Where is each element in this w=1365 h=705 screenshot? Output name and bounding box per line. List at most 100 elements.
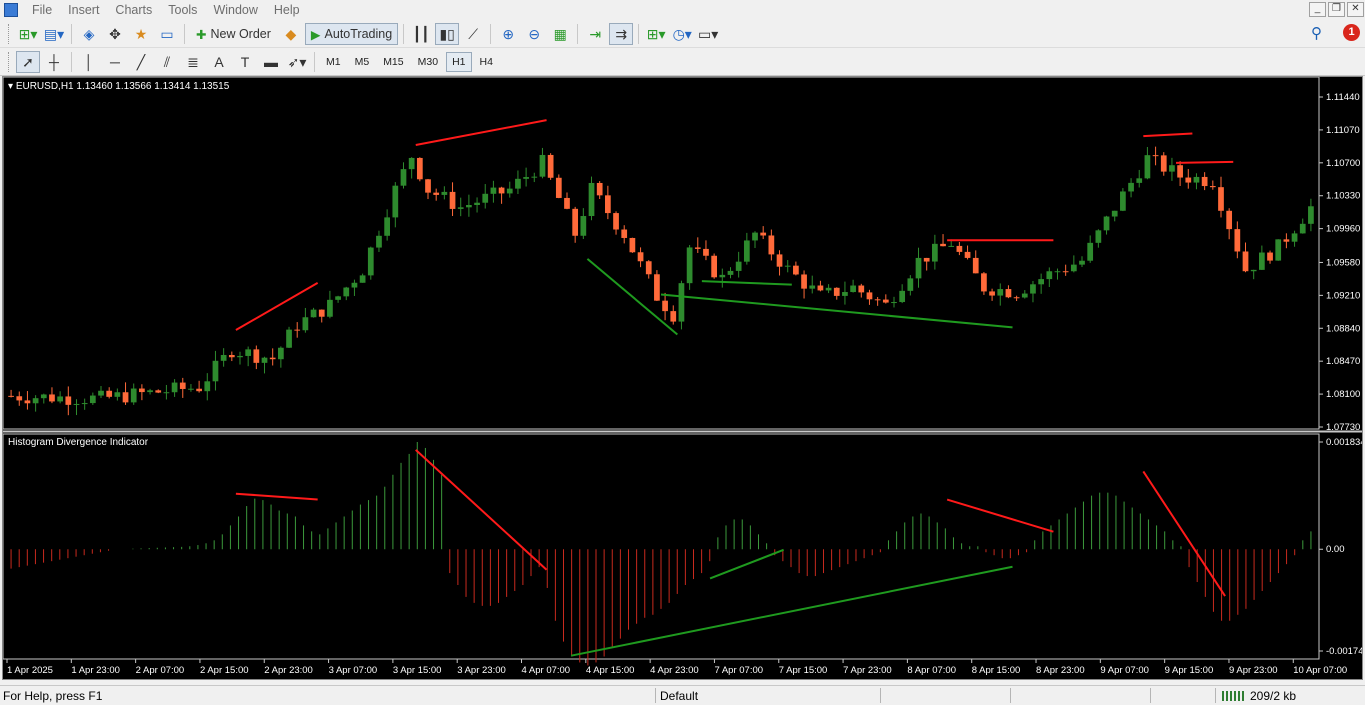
- candle-body: [384, 217, 390, 236]
- candle-body: [580, 216, 587, 236]
- candle-body: [1005, 289, 1012, 298]
- close-button[interactable]: ✕: [1347, 2, 1364, 17]
- time-tick-label: 4 Apr 23:00: [650, 665, 699, 676]
- trendline-icon[interactable]: ╱: [129, 51, 153, 73]
- candle-body: [73, 403, 80, 405]
- candle-body: [1087, 242, 1094, 261]
- candle-body: [433, 192, 440, 195]
- candle-body: [1193, 176, 1200, 183]
- equidistant-channel-icon[interactable]: ⫽: [155, 51, 179, 73]
- fibonacci-icon[interactable]: ≣: [181, 51, 205, 73]
- navigator-icon[interactable]: ★: [129, 23, 153, 45]
- candle-body: [392, 185, 399, 218]
- candle-body: [1283, 239, 1290, 242]
- timeframe-m30[interactable]: M30: [412, 52, 444, 72]
- candle-body: [302, 317, 309, 331]
- arrows-icon[interactable]: ➶▾: [285, 51, 309, 73]
- menu-tools[interactable]: Tools: [160, 0, 205, 20]
- candle-body: [1218, 187, 1224, 211]
- separator: [184, 24, 185, 44]
- time-tick-label: 8 Apr 23:00: [1036, 665, 1085, 676]
- timeframe-m5[interactable]: M5: [349, 52, 376, 72]
- data-window-icon[interactable]: ✥: [103, 23, 127, 45]
- candle-body: [809, 285, 816, 289]
- autoscroll-icon[interactable]: ⇉: [609, 23, 634, 45]
- search-icon[interactable]: ⚲: [1311, 24, 1322, 42]
- status-help: For Help, press F1: [3, 689, 103, 703]
- periods-icon[interactable]: ◷▾: [670, 23, 694, 45]
- new-chart-icon[interactable]: ⊞▾: [16, 23, 40, 45]
- candle-body: [1209, 186, 1216, 188]
- restore-button[interactable]: ❐: [1328, 2, 1345, 17]
- candle-body: [24, 400, 31, 404]
- separator: [71, 24, 72, 44]
- candle-body: [719, 274, 726, 278]
- candlestick-icon[interactable]: ▮▯: [435, 23, 460, 45]
- main-pane-frame: [3, 77, 1320, 430]
- price-divergence-line: [586, 258, 678, 336]
- timeframe-h4[interactable]: H4: [474, 52, 499, 72]
- candle-body: [801, 274, 807, 289]
- candle-body: [1120, 191, 1126, 211]
- indicator-divergence-line: [570, 565, 1013, 657]
- templates-icon[interactable]: ▭▾: [696, 23, 720, 45]
- autotrading-button[interactable]: ▶ AutoTrading: [304, 23, 399, 45]
- menu-file[interactable]: File: [24, 0, 60, 20]
- timeframe-h1[interactable]: H1: [446, 52, 472, 72]
- tile-windows-icon[interactable]: ▦: [548, 23, 572, 45]
- chart-window[interactable]: 1.11440 1.11070 1.10700 1.10330 1.09960 1.095…: [2, 76, 1363, 680]
- candle-body: [367, 247, 374, 276]
- menu-help[interactable]: Help: [266, 0, 308, 20]
- symbol-info-text: EURUSD,H1 1.13460 1.13566 1.13414 1.1351…: [15, 81, 230, 92]
- candle-body: [416, 157, 423, 180]
- text-icon[interactable]: A: [207, 51, 231, 73]
- price-tick-label: 1.09210: [1326, 290, 1360, 301]
- indicator-tick-label: 0.001834: [1326, 437, 1362, 448]
- new-order-button[interactable]: ✚ New Order: [190, 23, 277, 45]
- price-tick-label: 1.10700: [1326, 158, 1360, 169]
- candle-body: [196, 388, 202, 392]
- candle-body: [147, 390, 153, 393]
- zoom-out-icon[interactable]: ⊖: [522, 23, 546, 45]
- time-tick-label: 8 Apr 15:00: [972, 665, 1021, 676]
- time-tick-label: 7 Apr 23:00: [843, 665, 892, 676]
- crosshair-icon[interactable]: ┼: [42, 51, 66, 73]
- candle-body: [776, 254, 783, 267]
- menu-charts[interactable]: Charts: [107, 0, 160, 20]
- rectangle-icon[interactable]: ▬: [259, 51, 283, 73]
- chart-canvas[interactable]: 1.11440 1.11070 1.10700 1.10330 1.09960 1.095…: [3, 77, 1362, 679]
- candle-body: [89, 395, 96, 404]
- cursor-icon[interactable]: ➚: [16, 51, 40, 73]
- horizontal-line-icon[interactable]: ─: [103, 51, 127, 73]
- timeframe-m15[interactable]: M15: [377, 52, 409, 72]
- menu-window[interactable]: Window: [205, 0, 265, 20]
- notification-badge[interactable]: 1: [1343, 24, 1360, 41]
- zoom-in-icon[interactable]: ⊕: [496, 23, 520, 45]
- candle-body: [188, 388, 194, 390]
- minimize-button[interactable]: _: [1309, 2, 1326, 17]
- indicators-icon[interactable]: ⊞▾: [644, 23, 668, 45]
- meta-editor-icon[interactable]: ◆: [279, 23, 303, 45]
- price-tick-label: 1.11070: [1326, 125, 1360, 136]
- candle-body: [743, 240, 750, 262]
- market-watch-icon[interactable]: ◈: [77, 23, 101, 45]
- time-tick-label: 3 Apr 15:00: [393, 665, 442, 676]
- timeframe-m1[interactable]: M1: [320, 52, 347, 72]
- candle-body: [1267, 252, 1273, 261]
- text-label-icon[interactable]: T: [233, 51, 257, 73]
- chart-shift-icon[interactable]: ⇥: [583, 23, 607, 45]
- terminal-icon[interactable]: ▭: [155, 23, 179, 45]
- candle-body: [139, 388, 145, 393]
- candle-body: [32, 398, 39, 404]
- profiles-icon[interactable]: ▤▾: [42, 23, 66, 45]
- separator: [638, 24, 640, 44]
- standard-toolbar: ⊞▾ ▤▾ ◈ ✥ ★ ▭ ✚ New Order ◆ ▶ AutoTradin…: [0, 21, 1365, 48]
- menu-insert[interactable]: Insert: [60, 0, 107, 20]
- bar-chart-icon[interactable]: ┃┃: [409, 23, 433, 45]
- candle-body: [16, 396, 23, 401]
- status-divider: [655, 688, 656, 703]
- candle-body: [441, 191, 448, 195]
- line-chart-icon[interactable]: ⟋: [461, 23, 485, 45]
- vertical-line-icon[interactable]: │: [77, 51, 101, 73]
- candle-body: [596, 182, 603, 196]
